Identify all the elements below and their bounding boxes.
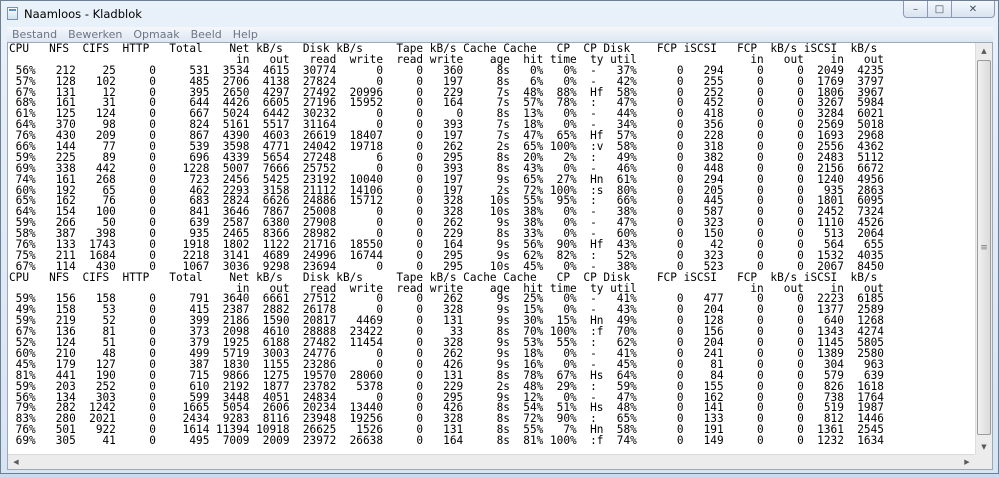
notepad-window: Naamloos - Kladblok – □ ✕ Bestand Bewerk…: [0, 0, 999, 474]
menu-bewerken[interactable]: Bewerken: [63, 28, 128, 41]
scroll-up-button[interactable]: ▲: [976, 43, 992, 59]
arrow-down-icon: ▼: [981, 443, 987, 451]
text-editor[interactable]: CPU NFS CIFS HTTP Total Net kB/s Disk kB…: [7, 42, 993, 470]
notepad-icon: [7, 7, 18, 20]
maximize-icon: □: [934, 3, 945, 15]
title-bar[interactable]: Naamloos - Kladblok – □ ✕: [1, 1, 998, 26]
vertical-scrollbar[interactable]: ▲ ≡ ▼: [975, 43, 992, 455]
menu-opmaak[interactable]: Opmaak: [128, 28, 185, 41]
menu-bestand[interactable]: Bestand: [7, 28, 63, 41]
grip-icon: ≡: [980, 242, 988, 253]
vertical-scroll-thumb[interactable]: ≡: [977, 60, 991, 435]
document-text[interactable]: CPU NFS CIFS HTTP Total Net kB/s Disk kB…: [9, 43, 884, 448]
scroll-left-button[interactable]: ◀: [8, 455, 24, 469]
window-title: Naamloos - Kladblok: [24, 7, 142, 21]
scroll-right-button[interactable]: ▶: [959, 455, 975, 469]
menu-bar: Bestand Bewerken Opmaak Beeld Help: [7, 27, 993, 43]
minimize-icon: –: [913, 3, 918, 15]
arrow-up-icon: ▲: [981, 47, 987, 55]
arrow-right-icon: ▶: [964, 458, 970, 466]
close-icon: ✕: [968, 3, 978, 15]
horizontal-scrollbar[interactable]: ◀ ▶: [8, 454, 975, 469]
arrow-left-icon: ◀: [13, 458, 19, 466]
window-controls: – □ ✕: [903, 1, 995, 19]
table-row: 69% 305 41 0 495 7009 2009 23972 26638 0…: [9, 434, 884, 448]
menu-help[interactable]: Help: [228, 28, 264, 41]
close-button[interactable]: ✕: [952, 1, 995, 18]
maximize-button[interactable]: □: [928, 1, 952, 18]
scroll-down-button[interactable]: ▼: [976, 439, 992, 455]
minimize-button[interactable]: –: [903, 1, 928, 18]
menu-beeld[interactable]: Beeld: [186, 28, 228, 41]
resize-grip[interactable]: [975, 454, 992, 469]
